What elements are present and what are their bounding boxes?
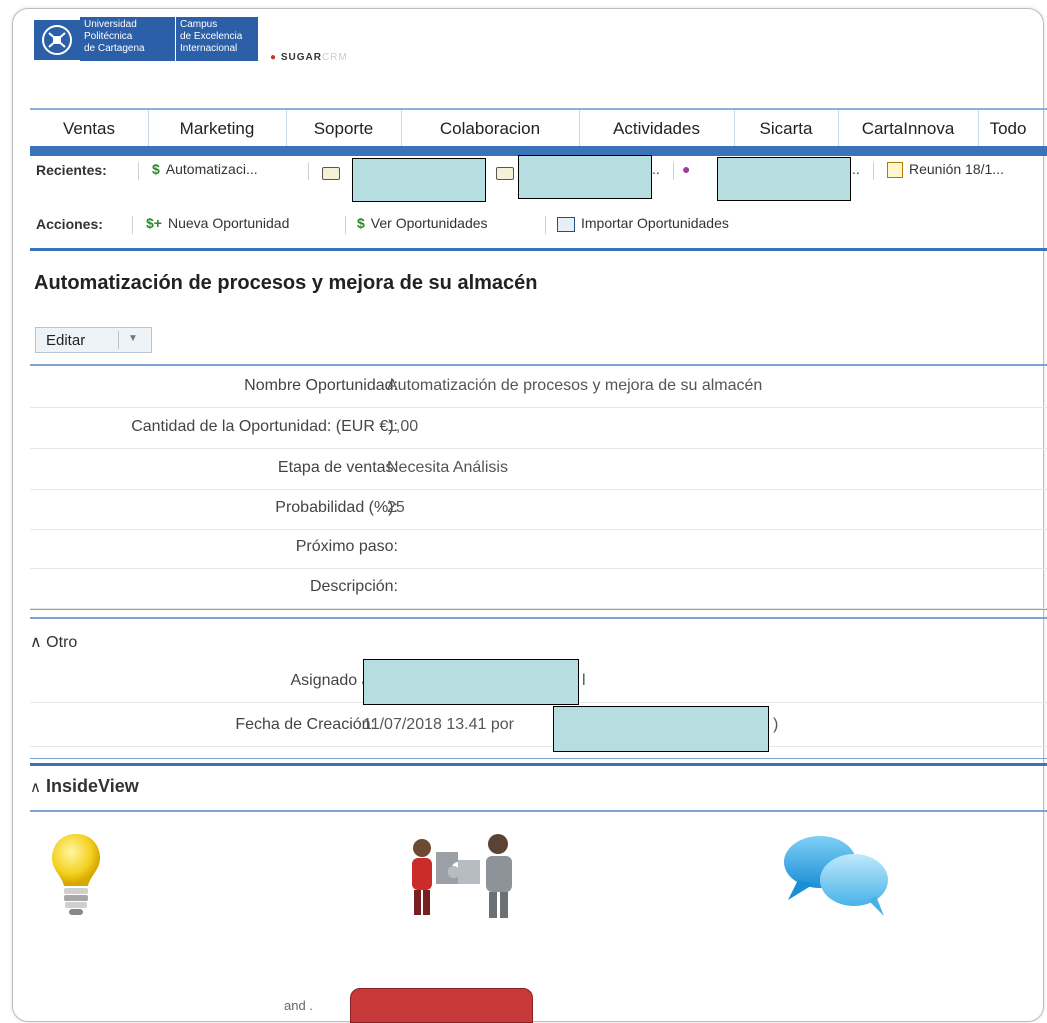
redacted-block xyxy=(518,155,652,199)
field-value-tail: l xyxy=(582,672,586,689)
nav-todo[interactable]: Todo xyxy=(978,110,1038,148)
field-row-created: Fecha de Creación: 11/07/2018 13.41 por … xyxy=(30,706,1047,747)
collapse-icon: ∧ xyxy=(30,634,42,651)
field-row-probability: Probabilidad (%): 25 xyxy=(30,489,1047,530)
recent-item-account-2[interactable] xyxy=(496,164,520,180)
separator xyxy=(345,216,346,234)
campus-name: Campus de Excelencia Internacional xyxy=(175,17,258,61)
actions-divider xyxy=(30,248,1047,251)
import-icon xyxy=(557,216,575,232)
recent-label: Recientes: xyxy=(36,162,107,178)
collapse-icon: ∧ xyxy=(30,779,41,796)
page-title: Automatización de procesos y mejora de s… xyxy=(34,272,538,294)
field-value: Automatización de procesos y mejora de s… xyxy=(387,377,763,394)
nav-colaboracion[interactable]: Colaboracion xyxy=(401,110,580,148)
section-divider xyxy=(30,810,1047,812)
nav-soporte[interactable]: Soporte xyxy=(286,110,402,148)
recent-item-opportunity[interactable]: $ Automatizaci... xyxy=(152,161,258,177)
field-value: 25 xyxy=(387,499,405,516)
redacted-block xyxy=(363,659,579,705)
nav-actividades[interactable]: Actividades xyxy=(579,110,735,148)
field-label: Descripción: xyxy=(309,578,398,595)
nav-marketing[interactable]: Marketing xyxy=(148,110,287,148)
sugarcrm-logo: ● SUGARCRM xyxy=(270,52,348,63)
contact-icon: ● xyxy=(682,161,691,177)
nav-ventas[interactable]: Ventas xyxy=(30,110,149,148)
upct-emblem-logo xyxy=(34,20,80,60)
edit-button[interactable]: Editar ▼ xyxy=(35,327,152,353)
view-opportunities-link[interactable]: $ Ver Oportunidades xyxy=(357,215,488,231)
field-value: 11/07/2018 13.41 por xyxy=(363,716,514,733)
section-divider xyxy=(30,763,1047,766)
section-divider xyxy=(30,609,1047,610)
import-opportunities-link[interactable]: Importar Oportunidades xyxy=(557,215,729,232)
chat-bubbles-icon xyxy=(778,830,898,925)
footer-text: and . xyxy=(284,998,313,1013)
chevron-down-icon[interactable]: ▼ xyxy=(128,333,138,344)
module-nav: Ventas Marketing Soporte Colaboracion Ac… xyxy=(30,108,1047,148)
recent-item-2-ellipsis: .. xyxy=(652,161,660,177)
field-value-tail: ) xyxy=(773,716,779,733)
separator xyxy=(118,331,119,349)
recent-item-account-1[interactable] xyxy=(322,164,346,180)
nav-cartainnova[interactable]: CartaInnova xyxy=(838,110,979,148)
field-row-amount: Cantidad de la Oportunidad: (EUR €): 1,0… xyxy=(30,408,1047,449)
field-label: Etapa de ventas: xyxy=(277,459,398,476)
otro-section-toggle[interactable]: ∧ Otro xyxy=(30,632,77,652)
field-label: Próximo paso: xyxy=(295,538,398,555)
field-row-stage: Etapa de ventas: Necesita Análisis xyxy=(30,449,1047,490)
field-value: 1,00 xyxy=(387,418,419,435)
actions-label: Acciones: xyxy=(36,216,103,232)
field-label: Probabilidad (%): xyxy=(275,499,398,516)
folder-icon xyxy=(322,166,340,180)
insideview-action-button[interactable] xyxy=(350,988,533,1023)
separator xyxy=(308,162,309,180)
new-opportunity-icon: $+ xyxy=(146,215,162,231)
field-row-description: Descripción: xyxy=(30,568,1047,609)
detail-divider xyxy=(30,364,1047,366)
field-value: Necesita Análisis xyxy=(387,459,508,476)
section-divider xyxy=(30,758,1047,759)
field-label: Cantidad de la Oportunidad: (EUR €): xyxy=(131,418,398,435)
field-label: Fecha de Creación: xyxy=(235,716,375,733)
folder-icon xyxy=(496,166,514,180)
field-row-name: Nombre Oportunidad: Automatización de pr… xyxy=(30,367,1047,408)
recent-item-3-ellipsis: .. xyxy=(852,161,860,177)
actions-strip: Acciones: $+ Nueva Oportunidad $ Ver Oport… xyxy=(30,210,1047,240)
separator xyxy=(138,162,139,180)
separator xyxy=(545,216,546,234)
new-opportunity-link[interactable]: $+ Nueva Oportunidad xyxy=(146,215,289,231)
nav-sicarta[interactable]: Sicarta xyxy=(734,110,839,148)
separator xyxy=(132,216,133,234)
opportunity-icon: $ xyxy=(152,161,160,177)
field-label: Nombre Oportunidad: xyxy=(244,377,398,394)
redacted-block xyxy=(553,706,769,752)
people-puzzle-icon xyxy=(398,830,523,930)
redacted-block xyxy=(352,158,486,202)
redacted-block xyxy=(717,157,851,201)
field-row-next-step: Próximo paso: xyxy=(30,528,1047,569)
recent-item-meeting[interactable]: Reunión 18/1... xyxy=(887,161,1004,179)
recent-item-contact[interactable]: ● xyxy=(682,161,696,177)
lightbulb-icon xyxy=(46,830,106,925)
separator xyxy=(873,162,874,180)
meeting-icon xyxy=(887,162,903,179)
opportunity-icon: $ xyxy=(357,215,365,231)
insideview-section-toggle[interactable]: ∧ InsideView xyxy=(30,776,139,797)
separator xyxy=(673,162,674,180)
section-divider xyxy=(30,617,1047,619)
